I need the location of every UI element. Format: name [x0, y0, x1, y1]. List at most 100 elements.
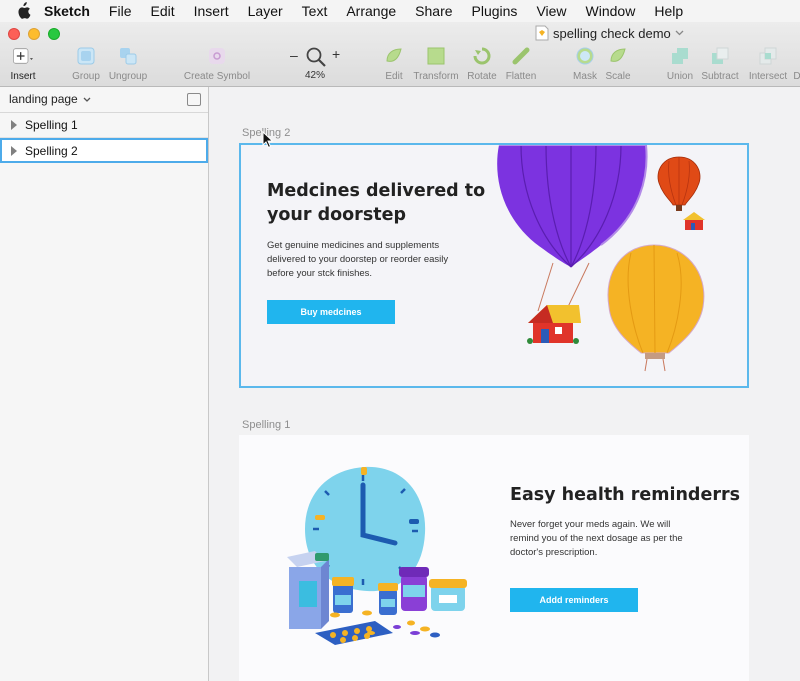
- group-tool[interactable]: Group: [72, 46, 100, 82]
- minimize-window-button[interactable]: [28, 28, 40, 40]
- zoom-in-button[interactable]: +: [332, 46, 340, 62]
- layer-row-spelling-2[interactable]: Spelling 2: [0, 138, 208, 163]
- subtract-tool[interactable]: Subtract: [700, 46, 740, 82]
- transform-icon: [426, 46, 446, 66]
- sketch-document-icon: [535, 25, 549, 41]
- transform-label: Transform: [413, 71, 459, 82]
- layer-row-spelling-1[interactable]: Spelling 1: [0, 113, 208, 137]
- intersect-label: Intersect: [748, 71, 788, 82]
- scale-label: Scale: [605, 71, 631, 82]
- scale-icon: [608, 46, 628, 66]
- page-name: landing page: [9, 92, 78, 106]
- intersect-tool[interactable]: Intersect: [747, 46, 789, 82]
- flatten-tool[interactable]: Flatten: [505, 46, 537, 82]
- reminder-body-line-2: remind you of the next dosage as per the: [510, 533, 683, 544]
- mask-tool[interactable]: Mask: [572, 46, 598, 82]
- menu-window[interactable]: Window: [586, 3, 636, 19]
- magnifier-icon[interactable]: [305, 46, 327, 68]
- subtract-label: Subtract: [701, 71, 739, 82]
- artboard-label-spelling-1[interactable]: Spelling 1: [242, 419, 290, 431]
- zoom-out-button[interactable]: –: [290, 47, 298, 63]
- apple-icon[interactable]: [14, 2, 32, 20]
- artboard-spelling-2[interactable]: Medcines delivered to your doorstep Get …: [239, 143, 749, 388]
- difference-label: D: [794, 71, 800, 82]
- reminder-heading: Easy health reminderrs: [510, 485, 740, 505]
- menu-insert[interactable]: Insert: [194, 3, 229, 19]
- menu-share[interactable]: Share: [415, 3, 452, 19]
- union-label: Union: [666, 71, 694, 82]
- disclosure-triangle-icon[interactable]: [11, 120, 17, 130]
- subtract-icon: [710, 46, 730, 66]
- rotate-icon: [472, 46, 492, 66]
- mask-icon: [575, 46, 595, 66]
- menu-file[interactable]: File: [109, 3, 132, 19]
- buy-medicines-button[interactable]: Buy medcines: [267, 300, 395, 324]
- menu-arrange[interactable]: Arrange: [346, 3, 396, 19]
- hot-air-balloons-illustration: [497, 145, 705, 372]
- edit-shape-icon: [384, 46, 404, 66]
- document-title[interactable]: spelling check demo: [535, 25, 684, 41]
- artboard-spelling-1[interactable]: Easy health reminderrs Never forget your…: [239, 435, 749, 681]
- layer-label: Spelling 2: [25, 143, 78, 158]
- document-title-text: spelling check demo: [553, 25, 671, 41]
- scale-tool[interactable]: Scale: [604, 46, 632, 82]
- ungroup-tool[interactable]: Ungroup: [108, 46, 148, 82]
- toolbar: spelling check demo Insert Group Ungroup…: [0, 22, 800, 87]
- layer-label: Spelling 1: [25, 118, 78, 132]
- insert-label: Insert: [10, 71, 36, 82]
- hero-body: Get genuine medicines and supplements de…: [267, 239, 448, 281]
- ungroup-label: Ungroup: [108, 71, 148, 82]
- union-tool[interactable]: Union: [666, 46, 694, 82]
- menu-plugins[interactable]: Plugins: [472, 3, 518, 19]
- zoom-window-button[interactable]: [48, 28, 60, 40]
- reminder-body-line-1: Never forget your meds again. We will: [510, 519, 671, 530]
- canvas[interactable]: Spelling 2 Medcines delivered to your do…: [209, 87, 800, 681]
- hero-heading: Medcines delivered to your doorstep: [267, 179, 485, 227]
- flatten-label: Flatten: [505, 71, 537, 82]
- hero-body-line-3: before your stck finishes.: [267, 268, 373, 279]
- insert-tool[interactable]: Insert: [8, 46, 38, 82]
- menu-edit[interactable]: Edit: [150, 3, 174, 19]
- hero-body-line-1: Get genuine medicines and supplements: [267, 240, 440, 251]
- layers-sidebar: landing page Spelling 1 Spelling 2: [0, 87, 209, 681]
- ungroup-icon: [118, 46, 138, 66]
- union-icon: [670, 46, 690, 66]
- difference-tool[interactable]: D: [794, 46, 800, 82]
- chevron-down-icon: [675, 30, 684, 36]
- pages-toggle-button[interactable]: [187, 93, 201, 106]
- menu-app-name[interactable]: Sketch: [44, 3, 90, 19]
- rotate-label: Rotate: [467, 71, 497, 82]
- mouse-cursor-icon: [262, 131, 274, 149]
- menu-help[interactable]: Help: [654, 3, 683, 19]
- disclosure-triangle-icon[interactable]: [11, 145, 17, 156]
- medicine-clock-illustration: [287, 466, 467, 645]
- reminder-body-line-3: doctor's prescription.: [510, 547, 598, 558]
- menu-layer[interactable]: Layer: [248, 3, 283, 19]
- menu-bar: Sketch File Edit Insert Layer Text Arran…: [0, 0, 800, 23]
- create-symbol-tool[interactable]: Create Symbol: [183, 46, 251, 82]
- group-label: Group: [72, 71, 100, 82]
- reminder-body: Never forget your meds again. We will re…: [510, 518, 683, 560]
- create-symbol-label: Create Symbol: [183, 71, 251, 82]
- hero-heading-line-1: Medcines delivered to: [267, 181, 486, 201]
- intersect-icon: [758, 46, 778, 66]
- chevron-down-icon: [83, 97, 91, 102]
- symbol-icon: [207, 46, 227, 66]
- zoom-level[interactable]: 42%: [305, 70, 325, 81]
- close-window-button[interactable]: [8, 28, 20, 40]
- rotate-tool[interactable]: Rotate: [467, 46, 497, 82]
- edit-tool[interactable]: Edit: [383, 46, 405, 82]
- menu-view[interactable]: View: [536, 3, 566, 19]
- flatten-icon: [511, 46, 531, 66]
- hero-body-line-2: delivered to your doorstep or reorder ea…: [267, 254, 449, 265]
- edit-label: Edit: [385, 71, 403, 82]
- menu-text[interactable]: Text: [302, 3, 328, 19]
- group-icon: [76, 46, 96, 66]
- transform-tool[interactable]: Transform: [412, 46, 460, 82]
- plus-icon: [13, 46, 33, 66]
- add-reminders-button[interactable]: Addd reminders: [510, 588, 638, 612]
- hero-heading-line-2: your doorstep: [267, 205, 406, 225]
- page-selector[interactable]: landing page: [9, 92, 91, 106]
- mask-label: Mask: [573, 71, 597, 82]
- difference-icon: [794, 46, 800, 66]
